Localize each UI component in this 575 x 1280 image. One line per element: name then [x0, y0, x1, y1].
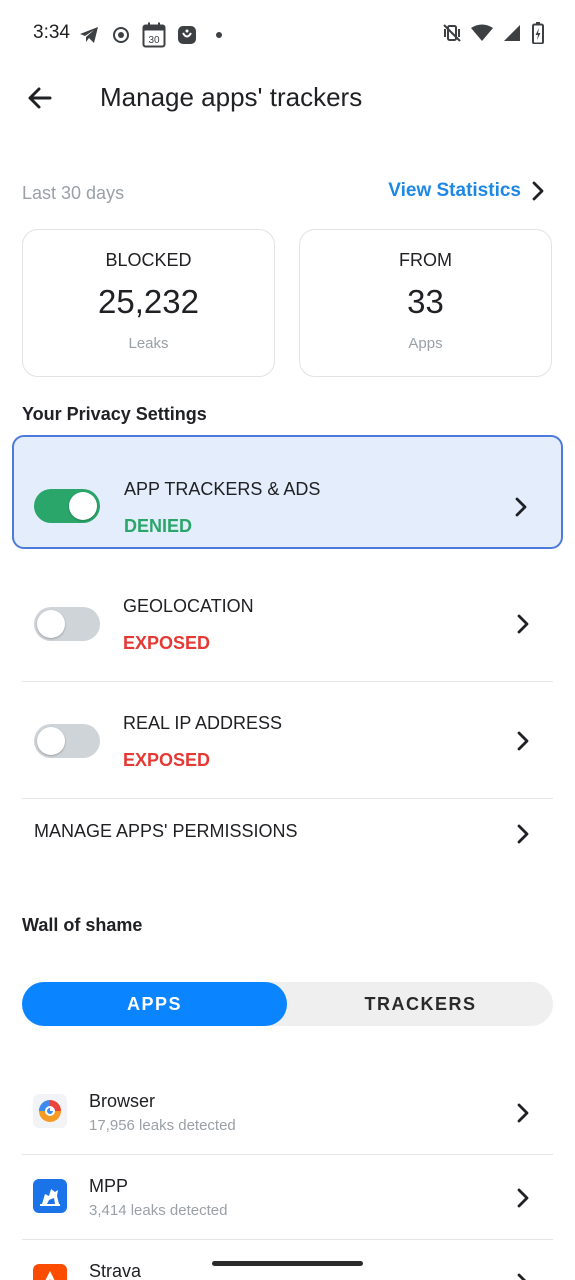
setting-app-trackers[interactable]: APP TRACKERS & ADS DENIED [12, 435, 563, 549]
status-time: 3:34 [33, 22, 70, 43]
from-card: FROM 33 Apps [299, 229, 552, 377]
wall-of-shame-tabs: APPS TRACKERS [22, 982, 553, 1026]
setting-geolocation[interactable]: GEOLOCATION EXPOSED [22, 566, 553, 682]
setting-status-exposed: EXPOSED [123, 750, 211, 770]
geolocation-toggle[interactable] [34, 607, 100, 641]
chevron-right-icon [532, 181, 544, 201]
chevron-right-icon [513, 1186, 533, 1210]
battery-icon [531, 22, 545, 44]
cell-signal-icon [501, 22, 523, 44]
chevron-right-icon [513, 729, 533, 753]
svg-text:30: 30 [148, 35, 160, 46]
dot-icon [208, 24, 230, 46]
status-system-icons [441, 22, 545, 44]
vibrate-off-icon [441, 22, 463, 44]
status-bar: 3:34 30 [0, 0, 575, 70]
period-label: Last 30 days [22, 183, 125, 203]
setting-status-exposed: EXPOSED [123, 633, 211, 653]
app-row-browser[interactable]: Browser 17,956 leaks detected [22, 1070, 553, 1155]
blocked-unit: Leaks [128, 335, 169, 352]
manage-permissions-label: MANAGE APPS' PERMISSIONS [34, 821, 298, 841]
app-name: Strava [89, 1261, 142, 1280]
app-row-mpp[interactable]: MPP 3,414 leaks detected [22, 1155, 553, 1240]
blocked-value: 25,232 [98, 283, 199, 320]
chevron-right-icon [513, 1271, 533, 1280]
calendar-icon: 30 [142, 22, 166, 48]
back-arrow-icon [28, 87, 52, 109]
blocked-title: BLOCKED [105, 250, 192, 270]
setting-status-denied: DENIED [124, 516, 193, 536]
blocked-card: BLOCKED 25,232 Leaks [22, 229, 275, 377]
app-trackers-toggle[interactable] [34, 489, 100, 523]
chevron-right-icon [513, 612, 533, 636]
back-button[interactable] [22, 80, 58, 116]
chevron-right-icon [513, 822, 533, 846]
chevron-right-icon [513, 1101, 533, 1125]
privacy-section-title: Your Privacy Settings [22, 404, 207, 424]
app-name: MPP [89, 1176, 129, 1196]
app-notification-icon [176, 24, 198, 46]
strava-icon [33, 1264, 67, 1280]
toggle-knob [69, 492, 97, 520]
manage-permissions-row[interactable]: MANAGE APPS' PERMISSIONS [22, 800, 553, 864]
chevron-right-icon [511, 495, 531, 519]
setting-real-ip[interactable]: REAL IP ADDRESS EXPOSED [22, 683, 553, 799]
status-notification-icons: 30 [78, 22, 230, 48]
from-unit: Apps [408, 335, 443, 352]
view-statistics-link[interactable]: View Statistics [388, 180, 545, 202]
setting-name: GEOLOCATION [123, 596, 254, 616]
browser-icon [33, 1094, 67, 1128]
view-statistics-label: View Statistics [388, 180, 521, 201]
toggle-knob [37, 610, 65, 638]
mpp-icon [33, 1179, 67, 1213]
from-value: 33 [407, 283, 444, 320]
wifi-icon [471, 22, 493, 44]
telegram-icon [78, 24, 100, 46]
record-icon [110, 24, 132, 46]
app-name: Browser [89, 1091, 156, 1111]
page-title: Manage apps' trackers [100, 82, 363, 112]
tab-apps[interactable]: APPS [22, 982, 287, 1026]
app-row-strava[interactable]: Strava [22, 1240, 553, 1280]
home-indicator[interactable] [212, 1261, 363, 1266]
app-bar: Manage apps' trackers [0, 70, 575, 126]
real-ip-toggle[interactable] [34, 724, 100, 758]
from-title: FROM [399, 250, 452, 270]
tab-trackers[interactable]: TRACKERS [288, 982, 553, 1026]
setting-name: REAL IP ADDRESS [123, 713, 283, 733]
toggle-knob [37, 727, 65, 755]
app-leaks: 3,414 leaks detected [89, 1202, 228, 1219]
wall-of-shame-title: Wall of shame [22, 915, 143, 935]
app-leaks: 17,956 leaks detected [89, 1117, 236, 1134]
setting-name: APP TRACKERS & ADS [124, 479, 321, 499]
